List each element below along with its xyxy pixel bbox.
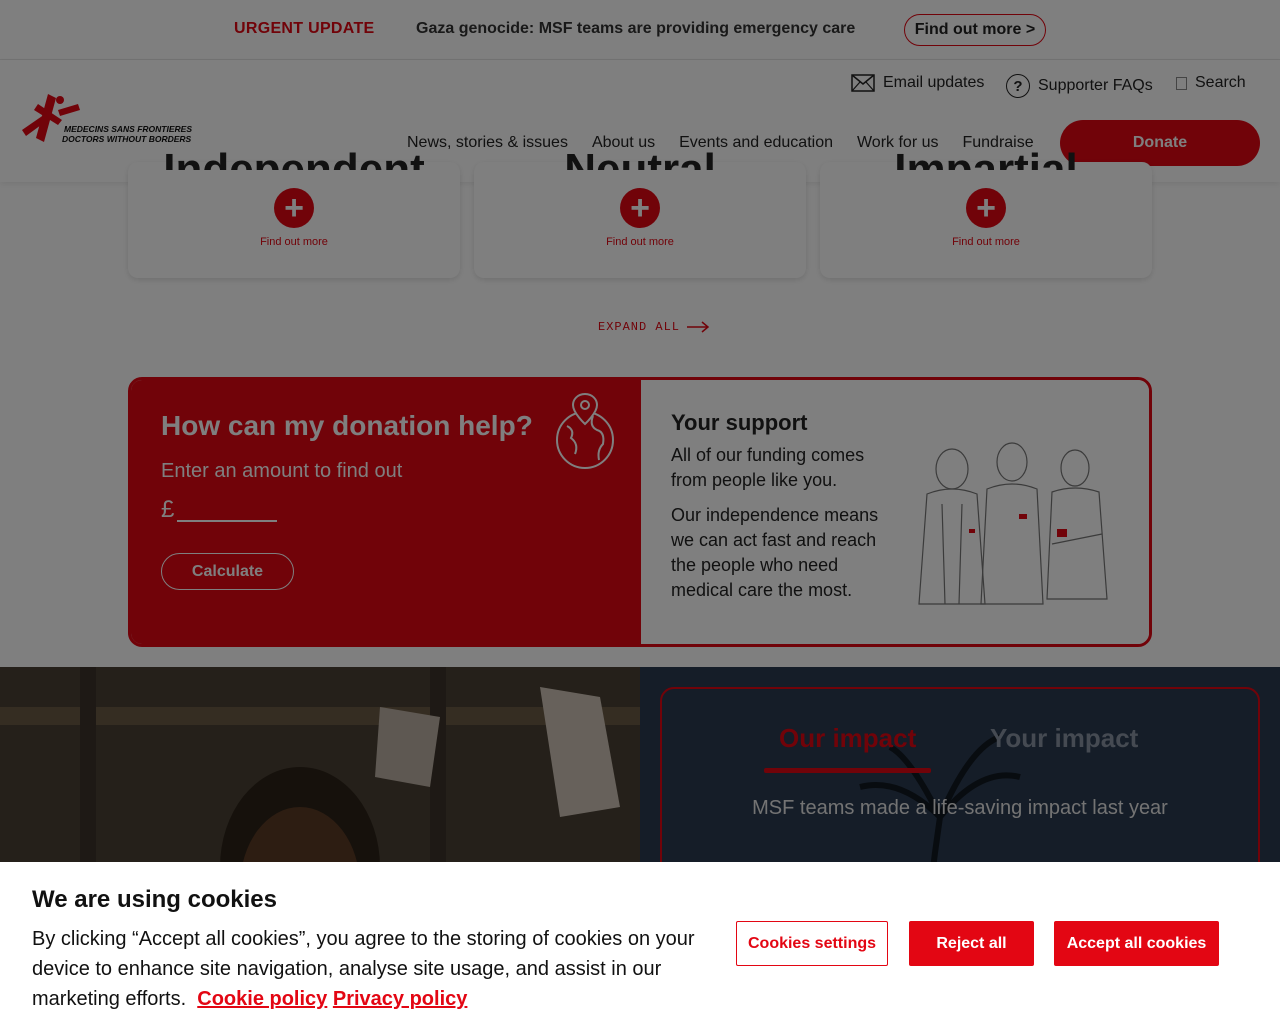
cookies-settings-button[interactable]: Cookies settings bbox=[736, 921, 888, 966]
cookie-title: We are using cookies bbox=[32, 886, 277, 913]
cookie-description: By clicking “Accept all cookies”, you ag… bbox=[32, 924, 712, 1014]
accept-all-cookies-button[interactable]: Accept all cookies bbox=[1054, 921, 1219, 966]
cookie-policy-link[interactable]: Cookie policy bbox=[197, 988, 327, 1010]
privacy-policy-link[interactable]: Privacy policy bbox=[333, 988, 468, 1010]
reject-all-button[interactable]: Reject all bbox=[909, 921, 1034, 966]
cookie-banner: We are using cookies By clicking “Accept… bbox=[0, 862, 1280, 1024]
